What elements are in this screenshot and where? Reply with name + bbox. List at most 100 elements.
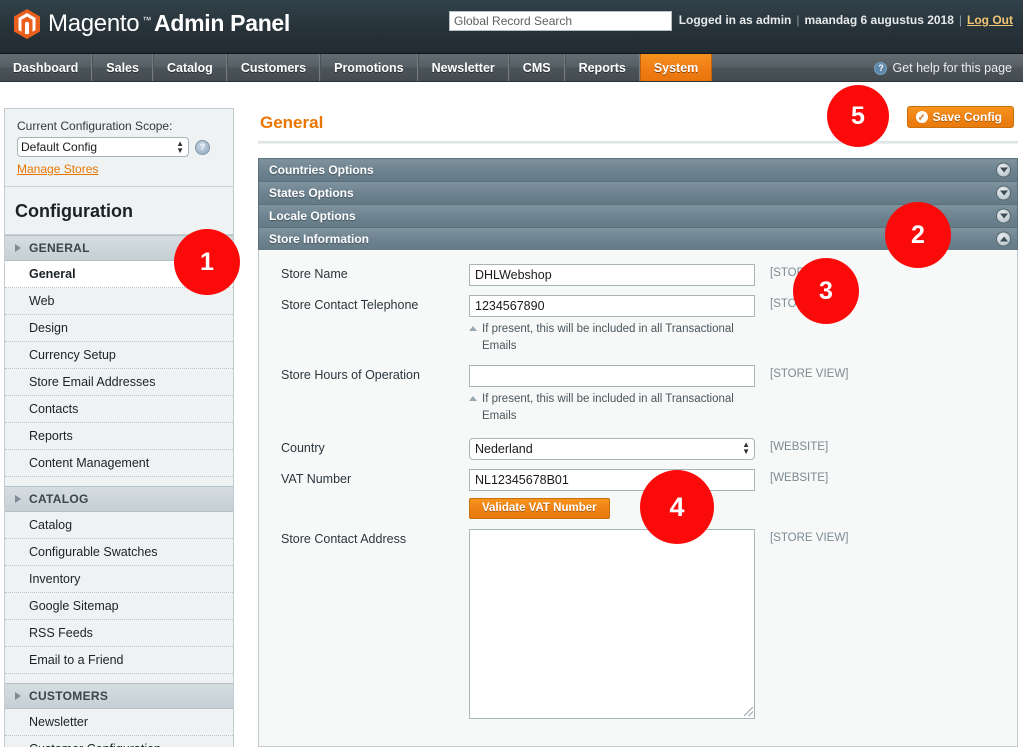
magento-logo[interactable]: Magento ™ Admin Panel	[14, 9, 290, 39]
nav-item-label: Sales	[106, 60, 139, 75]
annotation-badge-2: 2	[885, 202, 951, 268]
sidebar-item-label: Configurable Swatches	[29, 545, 158, 559]
field-control: Nederland ▲ ▼	[469, 437, 755, 460]
nav-item-cms[interactable]: CMS	[508, 54, 565, 81]
sidebar-item-configurable-swatches[interactable]: Configurable Swatches	[5, 539, 233, 566]
validate-vat-number-button[interactable]: Validate VAT Number	[469, 497, 610, 519]
store-hours-input[interactable]	[469, 365, 755, 388]
save-config-button[interactable]: ✓ Save Config	[906, 106, 1014, 128]
brand-primary: Magento	[48, 10, 140, 37]
nav-item-newsletter[interactable]: Newsletter	[417, 54, 509, 81]
country-select[interactable]: Nederland	[469, 437, 755, 460]
field-control	[469, 528, 755, 719]
nav-item-label: Dashboard	[13, 60, 79, 75]
field-hint: If present, this will be included in all…	[469, 321, 759, 354]
sidebar-item-customer-configuration[interactable]: Customer Configuration	[5, 736, 233, 747]
sidebar-item-inventory[interactable]: Inventory	[5, 566, 233, 593]
vat-number-input[interactable]	[469, 468, 755, 491]
nav-item-label: Promotions	[334, 60, 404, 75]
nav-item-system[interactable]: System	[639, 54, 713, 81]
sidebar-item-label: General	[29, 267, 76, 281]
main-content: General ✓ Save Config Countries Options S…	[258, 105, 1018, 747]
collapse-down-icon[interactable]	[996, 162, 1011, 178]
manage-stores-link[interactable]: Manage Stores	[17, 162, 98, 176]
nav-item-label: Customers	[240, 60, 307, 75]
field-label: Store Contact Telephone	[281, 298, 419, 312]
brand-secondary: Admin Panel	[154, 10, 291, 36]
sidebar-item-email-to-a-friend[interactable]: Email to a Friend	[5, 647, 233, 674]
field-label: VAT Number	[281, 471, 352, 486]
nav-item-label: Catalog	[166, 60, 213, 75]
get-help-label: Get help for this page	[892, 61, 1012, 75]
field-label: Store Name	[281, 267, 348, 281]
sidebar-item-rss-feeds[interactable]: RSS Feeds	[5, 620, 233, 647]
sidebar-item-content-management[interactable]: Content Management	[5, 450, 233, 477]
logged-in-as-label: Logged in as admin	[678, 13, 792, 27]
sidebar-item-label: Google Sitemap	[29, 599, 119, 613]
sidebar-item-reports[interactable]: Reports	[5, 423, 233, 450]
store-name-input[interactable]	[469, 264, 755, 286]
sidebar-item-contacts[interactable]: Contacts	[5, 396, 233, 423]
store-contact-address-textarea[interactable]	[469, 528, 755, 719]
nav-item-reports[interactable]: Reports	[564, 54, 640, 81]
nav-item-promotions[interactable]: Promotions	[320, 54, 418, 81]
triangle-icon	[469, 326, 477, 331]
separator: |	[796, 13, 800, 27]
nav-item-customers[interactable]: Customers	[226, 54, 321, 81]
hint-text: If present, this will be included in all…	[482, 393, 734, 423]
sidebar-group-label: CATALOG	[29, 492, 89, 506]
scope-label: Current Configuration Scope:	[17, 119, 173, 133]
annotation-badge-4: 4	[640, 470, 714, 544]
sidebar-group-customers[interactable]: CUSTOMERS	[5, 683, 233, 709]
field-label: Store Hours of Operation	[281, 368, 420, 383]
current-date: maandag 6 augustus 2018	[804, 13, 954, 27]
sidebar-item-currency-setup[interactable]: Currency Setup	[5, 342, 233, 369]
field-control: If present, this will be included in all…	[469, 365, 755, 424]
sidebar-item-label: Design	[29, 321, 68, 335]
nav-item-dashboard[interactable]: Dashboard	[0, 54, 93, 81]
field-store-contact-address: Store Contact Address [STORE VIEW]	[259, 528, 1017, 719]
sidebar-item-catalog[interactable]: Catalog	[5, 512, 233, 539]
field-store-name: Store Name [STORE VIEW]	[259, 264, 1017, 286]
country-select-wrap: Nederland ▲ ▼	[469, 437, 755, 460]
sidebar-item-newsletter[interactable]: Newsletter	[5, 709, 233, 736]
collapse-down-icon[interactable]	[996, 185, 1011, 201]
scope-help-icon[interactable]: ?	[195, 139, 210, 155]
configuration-heading: Configuration	[5, 187, 233, 235]
sidebar-item-label: Web	[29, 294, 55, 308]
sidebar-item-label: Newsletter	[29, 715, 89, 729]
nav-item-label: CMS	[522, 60, 551, 75]
field-store-hours: Store Hours of Operation If present, thi…	[259, 365, 1017, 424]
collapse-up-icon[interactable]	[996, 231, 1011, 247]
collapse-down-icon[interactable]	[996, 208, 1011, 224]
session-info: Logged in as admin | maandag 6 augustus 20…	[679, 13, 1013, 27]
nav-item-catalog[interactable]: Catalog	[152, 54, 227, 81]
nav-item-label: System	[653, 60, 699, 75]
content-header: General ✓ Save Config	[258, 105, 1018, 144]
sidebar-group-spacer	[5, 674, 233, 683]
field-vat-number: VAT Number Validate VAT Number [WEBSITE]	[259, 468, 1017, 519]
section-header-states-options[interactable]: States Options	[258, 181, 1018, 204]
get-help-link[interactable]: ? Get help for this page	[874, 54, 1012, 82]
brand-trademark: ™	[142, 15, 152, 25]
sidebar-item-label: Store Email Addresses	[29, 375, 156, 389]
sidebar-item-design[interactable]: Design	[5, 315, 233, 342]
sidebar-group-catalog[interactable]: CATALOG	[5, 486, 233, 512]
logout-link[interactable]: Log Out	[967, 13, 1013, 27]
configuration-sidebar: Current Configuration Scope: Default Con…	[4, 108, 234, 747]
sidebar-group-label: CUSTOMERS	[29, 689, 109, 703]
store-contact-telephone-input[interactable]	[469, 295, 755, 317]
configuration-scope-select[interactable]: Default Config	[17, 137, 189, 157]
nav-item-label: Reports	[578, 60, 626, 75]
sidebar-item-store-email-addresses[interactable]: Store Email Addresses	[5, 369, 233, 396]
global-search-input[interactable]	[449, 11, 672, 31]
field-control	[469, 264, 755, 286]
nav-item-sales[interactable]: Sales	[92, 54, 153, 81]
section-header-countries-options[interactable]: Countries Options	[258, 158, 1018, 181]
sidebar-item-label: RSS Feeds	[29, 626, 93, 640]
sidebar-item-google-sitemap[interactable]: Google Sitemap	[5, 593, 233, 620]
top-header-bar: Magento™ Admin Panel Logged in as admin |…	[0, 0, 1023, 54]
field-scope-label: [STORE VIEW]	[770, 531, 849, 544]
hint-text: If present, this will be included in all…	[482, 323, 734, 352]
sidebar-item-label: Customer Configuration	[29, 742, 161, 747]
